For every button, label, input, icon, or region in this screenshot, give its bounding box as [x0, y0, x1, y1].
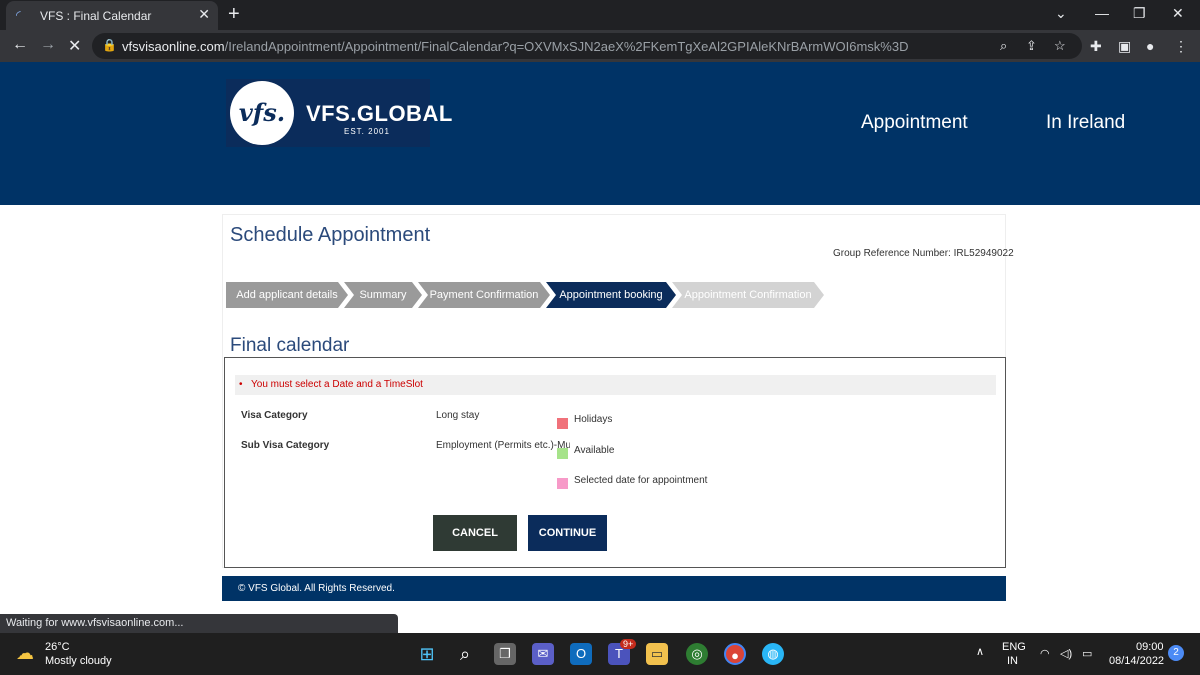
step-add-applicant: Add applicant details [226, 282, 348, 308]
file-explorer-icon[interactable]: ▭ [646, 643, 668, 665]
weather-temp[interactable]: 26°C [45, 641, 70, 653]
language-top[interactable]: ENG [1002, 641, 1026, 653]
zoom-icon[interactable]: ⌕ [1000, 38, 1007, 54]
show-hidden-icons[interactable]: ∧ [976, 645, 984, 658]
step-summary: Summary [344, 282, 422, 308]
visa-category-label: Visa Category [241, 410, 308, 421]
share-icon[interactable]: ⇪ [1026, 38, 1037, 54]
group-reference: Group Reference Number: IRL52949022 [833, 248, 1014, 259]
teams-badge: 9+ [620, 639, 637, 649]
site-header [0, 62, 1200, 205]
language-bottom[interactable]: IN [1007, 655, 1018, 667]
legend-selected: Selected date for appointment [574, 475, 708, 486]
start-icon[interactable]: ⊞ [416, 643, 438, 665]
site-footer: © VFS Global. All Rights Reserved. [222, 576, 1006, 601]
stop-loading-icon[interactable]: ✕ [68, 36, 81, 56]
nav-in-ireland[interactable]: In Ireland [1046, 112, 1125, 134]
legend-swatch-selected [557, 478, 568, 489]
new-tab-icon[interactable]: + [228, 3, 240, 26]
weather-icon[interactable]: ☁ [16, 643, 34, 664]
bookmark-star-icon[interactable]: ☆ [1054, 38, 1066, 54]
logo-mark: vfs. [230, 81, 294, 145]
step-appointment-confirmation: Appointment Confirmation [672, 282, 824, 308]
chat-icon[interactable]: ✉ [532, 643, 554, 665]
outlook-icon[interactable]: O [570, 643, 592, 665]
logo-est: EST. 2001 [344, 127, 390, 136]
search-icon[interactable]: ⌕ [454, 643, 476, 665]
clock-time[interactable]: 09:00 [1136, 641, 1164, 653]
chrome-icon[interactable]: ● [724, 643, 746, 665]
visa-category-value: Long stay [436, 410, 480, 421]
vfs-logo[interactable]: vfs. VFS.GLOBAL EST. 2001 [226, 79, 452, 147]
close-window-icon[interactable]: ✕ [1172, 5, 1184, 22]
loading-favicon-icon: ◜ [16, 8, 21, 22]
step-payment-confirmation: Payment Confirmation [418, 282, 550, 308]
minimize-icon[interactable]: — [1095, 5, 1109, 21]
weather-desc[interactable]: Mostly cloudy [45, 655, 112, 667]
legend-holidays: Holidays [574, 414, 613, 425]
continue-button[interactable]: CONTINUE [528, 515, 607, 551]
back-icon[interactable]: ← [12, 36, 28, 54]
legend-swatch-available [557, 448, 568, 459]
browser-toolbar: ← → ✕ 🔒 vfsvisaonline.com/IrelandAppoint… [0, 30, 1200, 62]
error-text: You must select a Date and a TimeSlot [251, 379, 423, 390]
taskbar: ☁ 26°C Mostly cloudy ⊞ ⌕ ❐ ✉ O T 9+ ▭ ◎ … [0, 633, 1200, 675]
logo-name: VFS.GLOBAL [306, 101, 453, 126]
legend-swatch-holidays [557, 418, 568, 429]
side-panel-icon[interactable]: ▣ [1118, 38, 1131, 55]
app-icon[interactable]: ◎ [686, 643, 708, 665]
page-title: Schedule Appointment [230, 224, 431, 246]
url-text[interactable]: vfsvisaonline.com/IrelandAppointment/App… [122, 39, 909, 54]
browser-tab[interactable]: ◜ VFS : Final Calendar ✕ [6, 1, 218, 30]
cancel-button[interactable]: CANCEL [433, 515, 517, 551]
section-title: Final calendar [230, 335, 350, 356]
battery-icon[interactable]: ▭ [1082, 647, 1092, 660]
browser-tab-strip: ◜ VFS : Final Calendar ✕ + ⌄ — ❐ ✕ [0, 0, 1200, 30]
notification-badge[interactable]: 2 [1168, 645, 1184, 661]
nav-appointment[interactable]: Appointment [861, 112, 968, 134]
address-bar[interactable]: 🔒 vfsvisaonline.com/IrelandAppointment/A… [92, 33, 1082, 59]
menu-icon[interactable]: ⋮ [1174, 38, 1188, 55]
profile-icon[interactable]: ● [1146, 38, 1154, 54]
volume-icon[interactable]: ◁) [1060, 647, 1072, 660]
bullet-icon: • [239, 379, 243, 390]
sub-visa-category-label: Sub Visa Category [241, 440, 330, 451]
restore-icon[interactable]: ❐ [1133, 5, 1146, 22]
extensions-icon[interactable]: ✚ [1090, 38, 1102, 55]
globe-icon[interactable]: ◍ [762, 643, 784, 665]
legend-available: Available [574, 445, 615, 456]
validation-error: • You must select a Date and a TimeSlot [235, 375, 996, 395]
task-view-icon[interactable]: ❐ [494, 643, 516, 665]
tab-title: VFS : Final Calendar [40, 9, 152, 23]
step-appointment-booking: Appointment booking [546, 282, 676, 308]
clock-date[interactable]: 08/14/2022 [1109, 655, 1164, 667]
tab-search-icon[interactable]: ⌄ [1055, 5, 1067, 22]
wifi-icon[interactable]: ◠ [1040, 647, 1050, 660]
close-tab-icon[interactable]: ✕ [198, 6, 210, 23]
sub-visa-category-value: Employment (Permits etc.)-Multi [436, 440, 570, 451]
lock-icon[interactable]: 🔒 [102, 38, 117, 52]
forward-icon[interactable]: → [40, 36, 56, 54]
status-bubble: Waiting for www.vfsvisaonline.com... [0, 614, 398, 633]
